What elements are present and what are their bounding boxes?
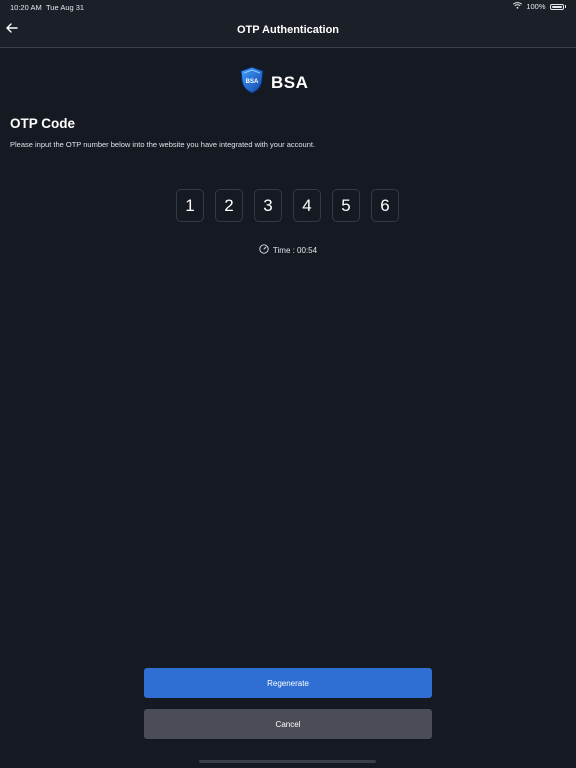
bsa-logo: BSA BSA bbox=[239, 66, 308, 99]
shield-icon: BSA bbox=[239, 66, 265, 99]
otp-digit-box: 4 bbox=[293, 189, 321, 222]
logo-badge-text: BSA bbox=[246, 79, 259, 85]
nav-bar: OTP Authentication bbox=[0, 13, 576, 48]
battery-cap bbox=[564, 5, 566, 8]
regenerate-button-label: Regenerate bbox=[267, 678, 309, 688]
otp-digit-box: 2 bbox=[215, 189, 243, 222]
otp-instruction: Please input the OTP number below into t… bbox=[10, 140, 316, 149]
cancel-button[interactable]: Cancel bbox=[144, 709, 432, 739]
status-bar: 10:20 AM Tue Aug 31 100% bbox=[0, 0, 576, 13]
otp-digit-box: 1 bbox=[176, 189, 204, 222]
clock-icon bbox=[259, 244, 269, 256]
otp-timer: Time : 00:54 bbox=[0, 244, 576, 256]
logo-text: BSA bbox=[271, 72, 309, 92]
otp-digit-box: 6 bbox=[371, 189, 399, 222]
wifi-icon bbox=[513, 2, 523, 11]
status-right: 100% bbox=[513, 2, 566, 11]
battery-percent: 100% bbox=[526, 2, 546, 11]
otp-title: OTP Code bbox=[10, 116, 76, 131]
regenerate-button[interactable]: Regenerate bbox=[144, 668, 432, 698]
battery-icon bbox=[549, 3, 564, 10]
page-title: OTP Authentication bbox=[236, 24, 340, 36]
otp-code-row: 1 2 3 4 5 6 bbox=[176, 189, 399, 222]
status-time: 10:20 AM bbox=[10, 3, 42, 12]
otp-digit-box: 3 bbox=[254, 189, 282, 222]
timer-label: Time : 00:54 bbox=[272, 245, 318, 255]
cancel-button-label: Cancel bbox=[275, 719, 301, 729]
app-screen: 10:20 AM Tue Aug 31 100% OTP Authenticat… bbox=[0, 0, 576, 768]
status-date: Tue Aug 31 bbox=[46, 3, 85, 12]
otp-digit-box: 5 bbox=[332, 189, 360, 222]
home-indicator[interactable] bbox=[199, 760, 376, 763]
